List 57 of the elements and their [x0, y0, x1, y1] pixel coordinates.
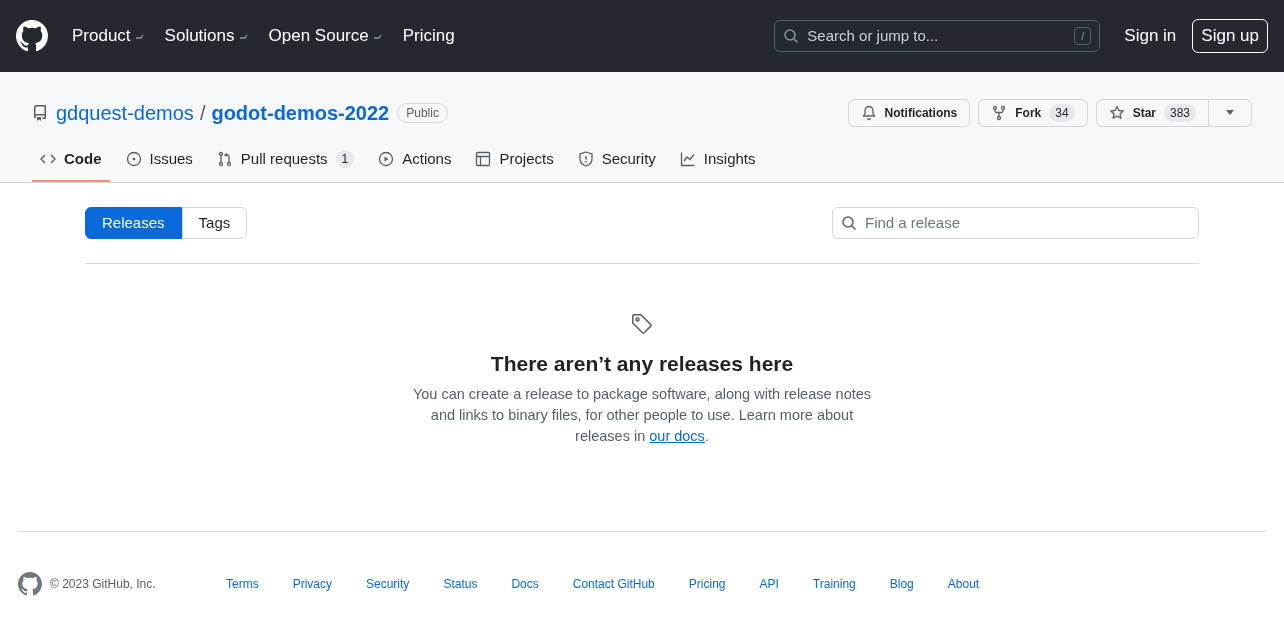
footer-link[interactable]: Blog — [889, 574, 914, 593]
nav-menu-item[interactable]: Solutions — [164, 23, 249, 49]
docs-link[interactable]: our docs — [649, 427, 705, 444]
empty-state-title: There aren’t any releases here — [490, 351, 794, 377]
footer-link[interactable]: Status — [443, 574, 478, 593]
star-icon — [1108, 105, 1125, 121]
sign-in-link[interactable]: Sign in — [1124, 23, 1177, 49]
play-circle-icon — [378, 151, 395, 167]
line-graph-icon — [679, 151, 696, 167]
path-separator: / — [199, 101, 206, 126]
repository-name-link[interactable]: godot-demos-2022 — [211, 98, 390, 128]
fork-button[interactable]: Fork 34 — [978, 99, 1088, 127]
footer-link[interactable]: Contact GitHub — [572, 574, 655, 593]
caret-icon — [1225, 110, 1235, 116]
nav-menu-item[interactable]: Product — [72, 23, 145, 49]
copyright-text: © 2023 GitHub, Inc. — [50, 575, 157, 593]
footer-link[interactable]: Docs — [511, 574, 539, 593]
footer-link[interactable]: API — [759, 574, 779, 593]
search-icon — [841, 215, 857, 231]
repo-tab[interactable]: Code — [32, 138, 110, 182]
footer-link[interactable]: Terms — [226, 574, 259, 593]
repo-tab[interactable]: Security — [569, 138, 664, 182]
fork-icon — [991, 105, 1008, 121]
search-field[interactable]: Search or jump to... / — [774, 20, 1101, 52]
release-search-field[interactable]: Find a release — [832, 207, 1199, 239]
repository-icon — [32, 105, 48, 121]
segmented-tab[interactable]: Releases — [85, 207, 182, 239]
tag-icon — [630, 312, 654, 336]
sign-up-button[interactable]: Sign up — [1192, 19, 1268, 53]
pull-request-icon — [216, 151, 233, 167]
star-button[interactable]: Star 383 — [1096, 100, 1209, 126]
empty-state-description: You can create a release to package software, along with release notes and links to binary files, for other people to use. Learn more about releases in our docs. — [411, 384, 873, 446]
bell-icon — [860, 105, 877, 121]
shield-icon — [577, 151, 594, 167]
segmented-tab[interactable]: Tags — [181, 207, 248, 239]
search-icon — [783, 28, 800, 44]
repo-tab[interactable]: Pull requests 1 — [208, 138, 363, 182]
issue-circle-icon — [125, 151, 142, 167]
repo-tab[interactable]: Issues — [117, 138, 201, 182]
footer-link[interactable]: About — [947, 574, 980, 593]
tab-counter: 1 — [335, 150, 355, 168]
footer-link[interactable]: Security — [366, 574, 410, 593]
repo-tab[interactable]: Projects — [467, 138, 562, 182]
fork-count: 34 — [1049, 104, 1075, 122]
slash-key: / — [1074, 27, 1092, 45]
repo-tab[interactable]: Insights — [671, 138, 764, 182]
nav-menu-item[interactable]: Pricing — [402, 23, 455, 49]
notifications-button[interactable]: Notifications — [847, 99, 971, 127]
footer-link[interactable]: Privacy — [292, 574, 332, 593]
nav-menu-item[interactable]: Open Source — [268, 23, 383, 49]
github-logo-icon[interactable] — [16, 20, 48, 52]
footer-link[interactable]: Training — [812, 574, 856, 593]
repository-owner-link[interactable]: gdquest-demos — [56, 98, 194, 128]
repo-tab[interactable]: Actions — [370, 138, 460, 182]
table-icon — [475, 151, 492, 167]
star-count: 383 — [1163, 104, 1196, 122]
footer-link[interactable]: Pricing — [688, 574, 726, 593]
